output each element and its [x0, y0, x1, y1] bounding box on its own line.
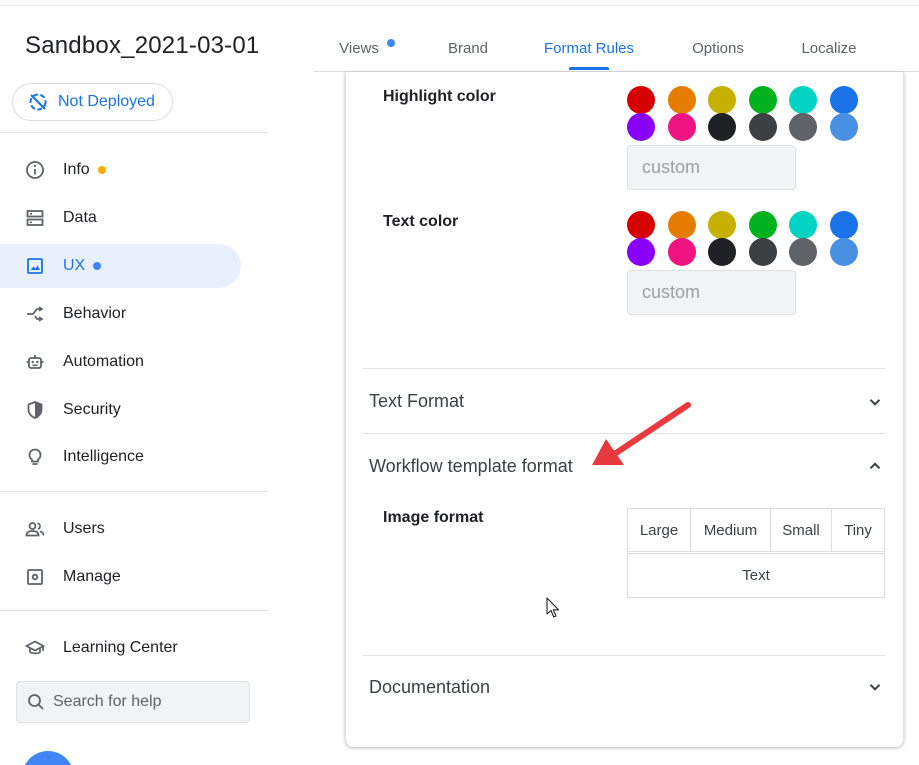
- text-color-swatch[interactable]: [708, 211, 737, 239]
- school-icon: [25, 638, 45, 658]
- highlight-color-swatch[interactable]: [667, 113, 696, 141]
- sidebar-divider: [0, 491, 268, 492]
- tab-views[interactable]: Views: [331, 25, 387, 71]
- deploy-status-label: Not Deployed: [58, 93, 155, 110]
- floating-action-button[interactable]: [22, 751, 74, 765]
- info-icon: [25, 160, 45, 180]
- search-icon: [28, 694, 44, 710]
- tab-options[interactable]: Options: [683, 25, 753, 71]
- sidebar-item-label: Users: [63, 520, 105, 537]
- image-format-large-button[interactable]: Large: [627, 508, 691, 552]
- sidebar: Sandbox_2021-03-01 Not Deployed Info Dat…: [0, 0, 268, 765]
- image-format-medium-button[interactable]: Medium: [690, 508, 771, 552]
- active-tab-indicator: [569, 67, 609, 70]
- sidebar-item-label: Info: [63, 161, 90, 178]
- text-color-swatch[interactable]: [627, 211, 655, 239]
- image-format-label: Image format: [383, 509, 484, 526]
- ux-status-dot: [93, 262, 102, 270]
- text-color-swatch[interactable]: [667, 211, 696, 239]
- highlight-color-swatch[interactable]: [667, 86, 696, 114]
- editor-tabs: Views Brand Format Rules Options Localiz…: [313, 25, 919, 72]
- text-color-swatch[interactable]: [627, 238, 655, 266]
- text-color-swatch[interactable]: [748, 238, 777, 266]
- highlight-color-swatch[interactable]: [627, 86, 655, 114]
- image-format-text-button[interactable]: Text: [627, 553, 885, 598]
- chevron-up-icon[interactable]: [866, 457, 884, 475]
- sidebar-item-behavior[interactable]: Behavior: [0, 292, 241, 336]
- sidebar-item-label: Security: [63, 401, 121, 418]
- sidebar-divider: [0, 132, 268, 133]
- text-format-section-header[interactable]: Text Format: [369, 391, 464, 412]
- sidebar-item-label: Behavior: [63, 305, 127, 322]
- sidebar-item-info[interactable]: Info: [0, 148, 241, 192]
- workflow-template-format-section-header[interactable]: Workflow template format: [369, 456, 573, 477]
- views-status-dot: [387, 39, 395, 47]
- sidebar-item-data[interactable]: Data: [0, 196, 241, 240]
- section-divider: [363, 655, 885, 656]
- highlight-color-label: Highlight color: [383, 88, 496, 105]
- image-icon: [25, 256, 45, 276]
- not-deployed-icon: [29, 93, 47, 111]
- section-divider: [363, 368, 885, 369]
- shield-icon: [25, 400, 45, 420]
- chevron-down-icon[interactable]: [866, 678, 884, 696]
- sidebar-item-manage[interactable]: Manage: [0, 555, 241, 599]
- behavior-icon: [25, 304, 45, 324]
- annotation-arrow-icon: [592, 402, 691, 465]
- highlight-color-swatch[interactable]: [830, 86, 858, 114]
- text-color-swatch[interactable]: [830, 238, 858, 266]
- sidebar-item-intelligence[interactable]: Intelligence: [0, 435, 241, 479]
- documentation-section-header[interactable]: Documentation: [369, 677, 490, 698]
- text-color-swatch[interactable]: [667, 238, 696, 266]
- gear-icon: [25, 567, 45, 587]
- sidebar-item-label: Automation: [63, 353, 144, 370]
- help-search-box[interactable]: [16, 681, 250, 723]
- sidebar-item-label: UX: [63, 257, 86, 274]
- tab-brand[interactable]: Brand: [438, 25, 498, 71]
- sidebar-item-automation[interactable]: Automation: [0, 340, 241, 384]
- sidebar-item-users[interactable]: Users: [0, 507, 241, 551]
- highlight-custom-color-input[interactable]: [627, 145, 796, 190]
- sidebar-item-learning-center[interactable]: Learning Center: [0, 626, 241, 670]
- sidebar-item-ux[interactable]: UX: [0, 244, 241, 288]
- users-icon: [25, 519, 45, 539]
- highlight-color-swatch[interactable]: [748, 113, 777, 141]
- text-color-swatch[interactable]: [830, 211, 858, 239]
- sidebar-item-label: Learning Center: [63, 639, 178, 656]
- sidebar-item-label: Manage: [63, 568, 121, 585]
- app-title: Sandbox_2021-03-01: [25, 32, 260, 59]
- image-format-tiny-button[interactable]: Tiny: [831, 508, 885, 552]
- sidebar-item-label: Data: [63, 209, 97, 226]
- highlight-color-swatch[interactable]: [748, 86, 777, 114]
- mouse-cursor-icon: [546, 597, 560, 618]
- sidebar-item-security[interactable]: Security: [0, 388, 241, 432]
- help-search-input[interactable]: [53, 693, 243, 711]
- chevron-down-icon[interactable]: [866, 393, 884, 411]
- text-color-swatch[interactable]: [748, 211, 777, 239]
- lightbulb-icon: [25, 447, 45, 467]
- highlight-color-swatch[interactable]: [708, 113, 737, 141]
- highlight-color-swatch[interactable]: [830, 113, 858, 141]
- text-color-label: Text color: [383, 213, 459, 230]
- highlight-color-swatch[interactable]: [627, 113, 655, 141]
- text-custom-color-input[interactable]: [627, 270, 796, 315]
- info-status-dot: [97, 166, 106, 174]
- tab-localize[interactable]: Localize: [793, 25, 865, 71]
- sidebar-divider: [0, 610, 268, 611]
- image-format-small-button[interactable]: Small: [770, 508, 832, 552]
- robot-icon: [25, 352, 45, 372]
- deploy-status-chip[interactable]: Not Deployed: [12, 83, 173, 121]
- text-color-swatch[interactable]: [708, 238, 737, 266]
- data-icon: [25, 208, 45, 228]
- tab-format-rules[interactable]: Format Rules: [535, 25, 643, 71]
- highlight-color-swatch[interactable]: [708, 86, 737, 114]
- sidebar-item-label: Intelligence: [63, 448, 144, 465]
